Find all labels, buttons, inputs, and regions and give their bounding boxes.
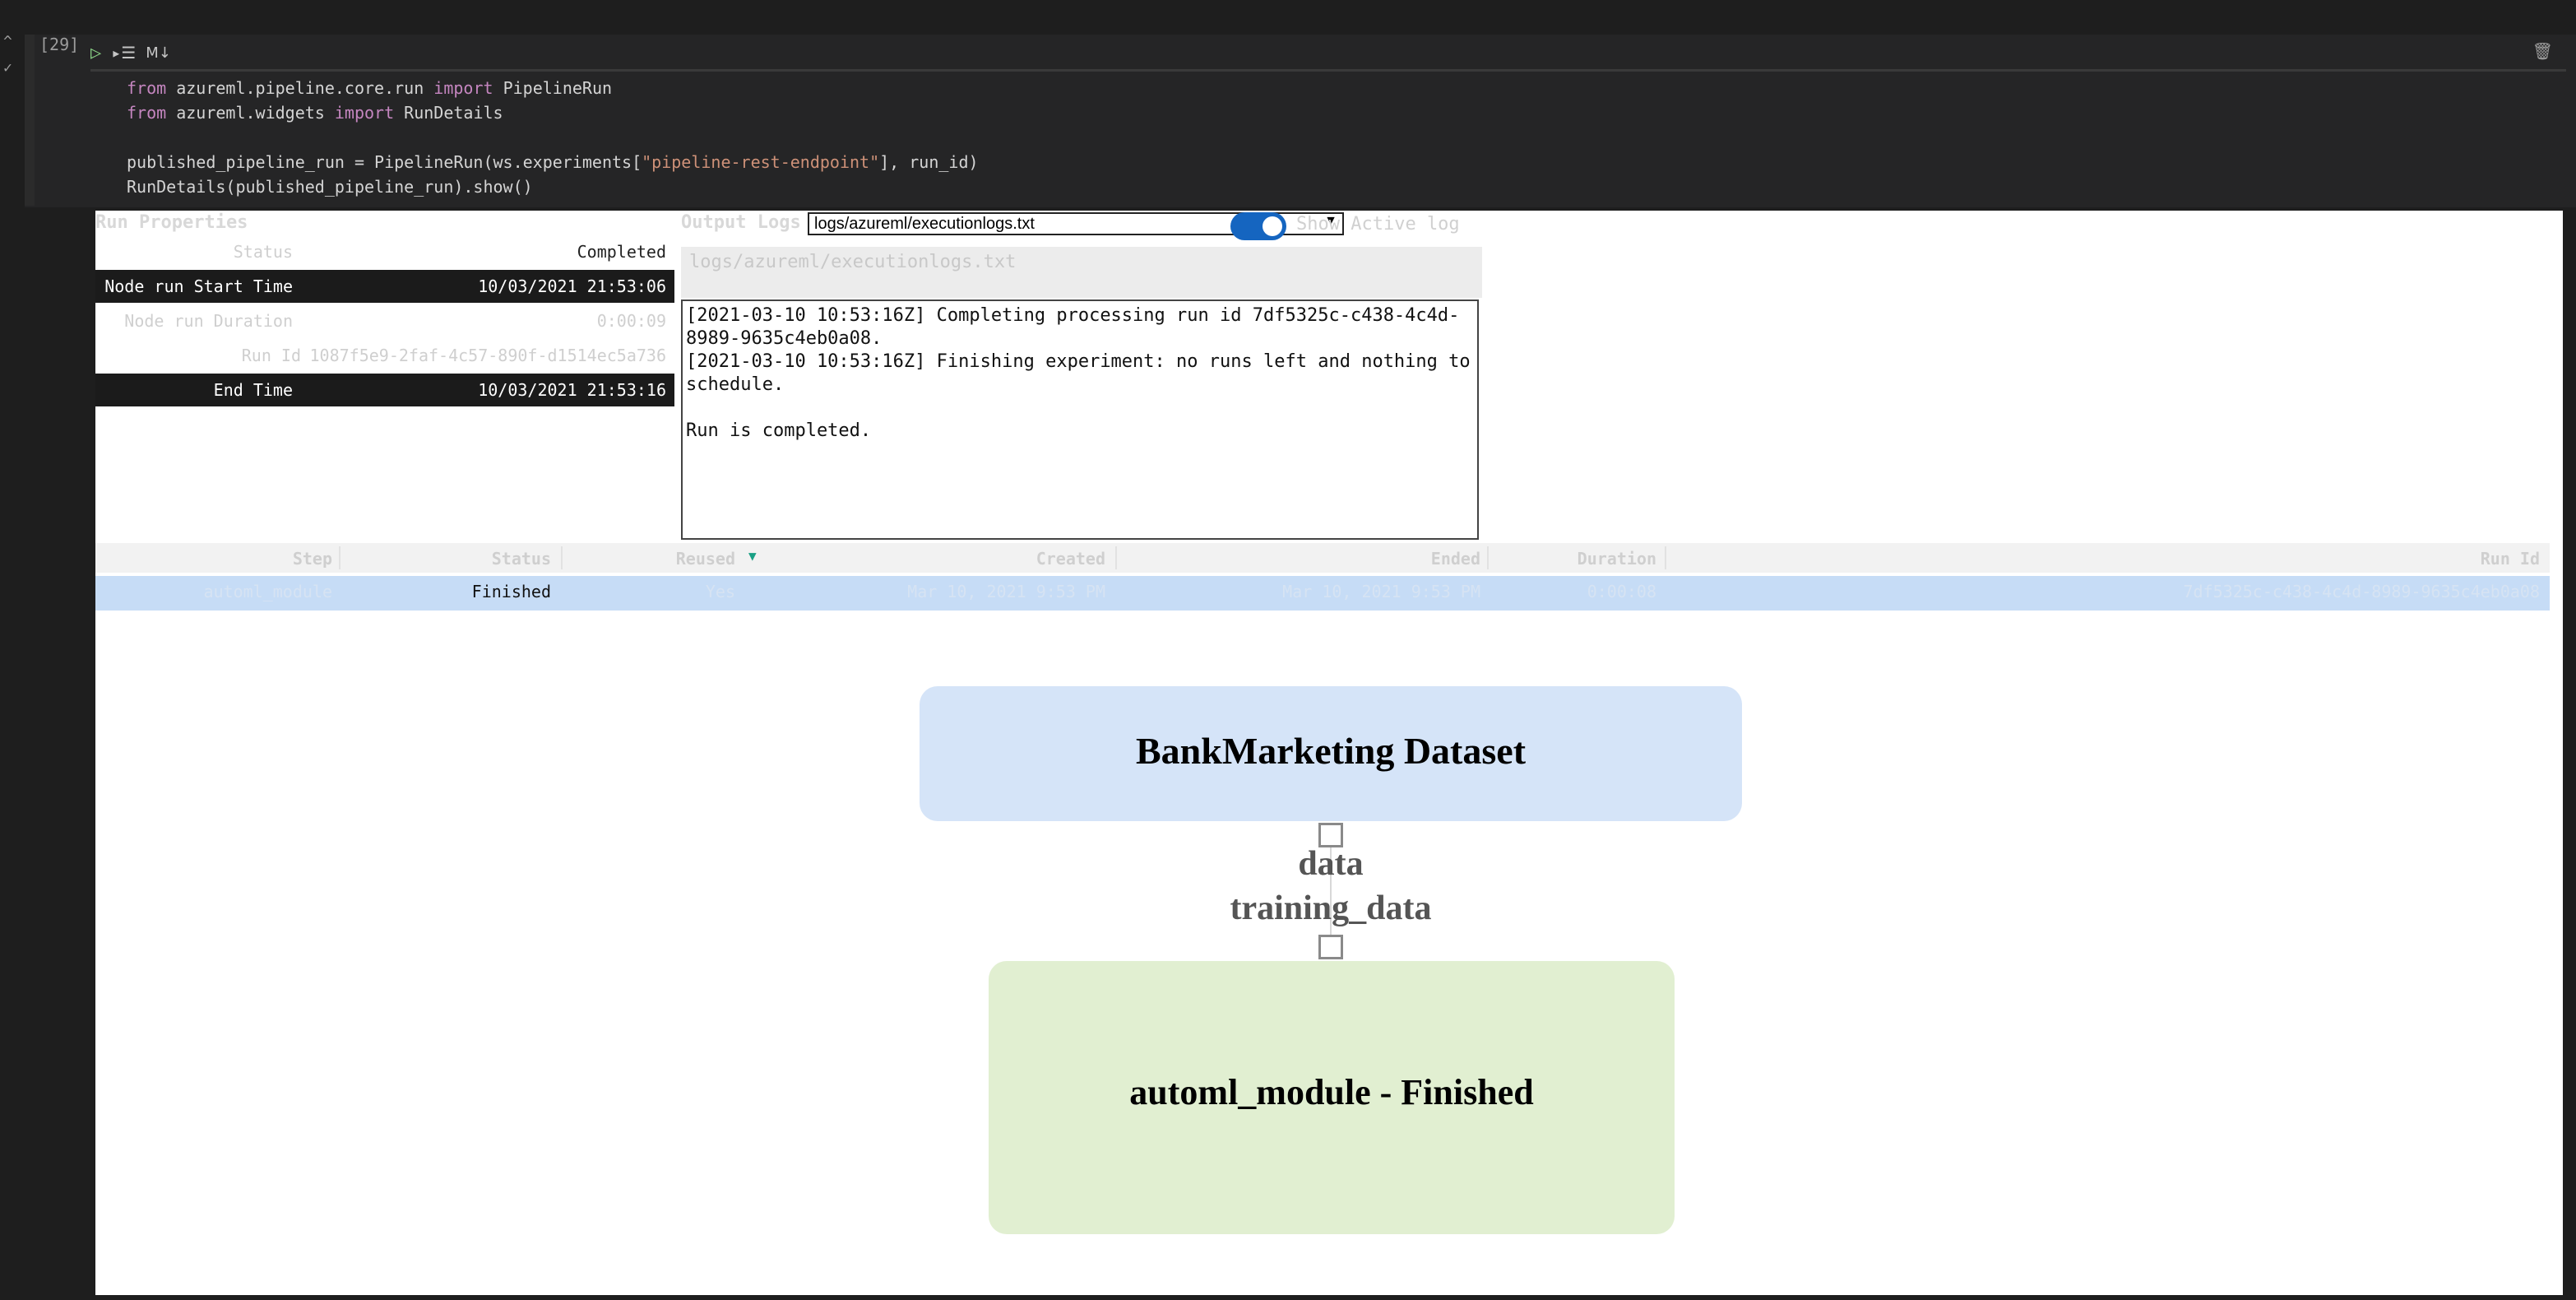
toolbar-divider bbox=[90, 69, 2566, 72]
cell-focus-bar bbox=[25, 35, 35, 206]
code-token: PipelineRun bbox=[493, 78, 613, 98]
run-prop-status: Status Completed bbox=[95, 235, 674, 268]
run-prop-value: Completed bbox=[577, 242, 666, 262]
column-divider bbox=[1487, 546, 1489, 569]
col-header-ended[interactable]: Ended bbox=[1431, 549, 1480, 569]
run-cell-icon[interactable]: ▷ bbox=[90, 43, 101, 63]
code-token: RunDetails bbox=[394, 103, 503, 123]
code-line: from azureml.pipeline.core.run import Pi… bbox=[127, 76, 979, 100]
run-prop-run-id: Run Id 1087f5e9-2faf-4c57-890f-d1514ec5a… bbox=[95, 339, 674, 372]
editor-top-bar bbox=[0, 0, 2576, 30]
edge-label-input: training_data bbox=[1230, 889, 1432, 927]
run-prop-value: 10/03/2021 21:53:16 bbox=[478, 380, 666, 400]
cell-step: automl_module bbox=[203, 582, 332, 601]
cell-run-id: 7df5325c-c438-4c4d-8989-9635c4eb0a08 bbox=[2183, 582, 2540, 601]
run-prop-key: Run Id bbox=[241, 346, 301, 365]
col-header-duration[interactable]: Duration bbox=[1578, 549, 1656, 569]
run-prop-key: Node run Duration bbox=[124, 311, 293, 331]
run-prop-value: 1087f5e9-2faf-4c57-890f-d1514ec5a736 bbox=[309, 346, 666, 365]
show-active-log-label: Show Active log bbox=[1296, 214, 1460, 234]
run-prop-key: Node run Start Time bbox=[104, 276, 293, 296]
cell-reused: Yes bbox=[705, 582, 735, 601]
run-details-widget: Run Properties Status Completed Node run… bbox=[95, 211, 2563, 1295]
col-header-step[interactable]: Step bbox=[293, 549, 332, 569]
run-prop-key: End Time bbox=[213, 380, 293, 400]
code-editor[interactable]: from azureml.pipeline.core.run import Pi… bbox=[127, 76, 979, 199]
input-port bbox=[1318, 935, 1343, 959]
output-logs-title: Output Logs bbox=[681, 212, 801, 233]
collapse-chevron-icon[interactable]: ^ bbox=[3, 33, 12, 50]
output-gutter bbox=[51, 211, 95, 1295]
code-token: ], run_id) bbox=[879, 152, 979, 172]
col-header-reused[interactable]: Reused bbox=[676, 549, 735, 569]
run-prop-key: Status bbox=[233, 242, 293, 262]
check-icon: ✓ bbox=[3, 59, 12, 77]
toggle-knob bbox=[1263, 216, 1282, 236]
dataset-node-label: BankMarketing Dataset bbox=[1135, 730, 1527, 772]
code-line: published_pipeline_run = PipelineRun(ws.… bbox=[127, 150, 979, 174]
run-prop-end-time: End Time 10/03/2021 21:53:16 bbox=[95, 374, 674, 406]
cell-duration: 0:00:08 bbox=[1587, 582, 1656, 601]
cell-gutter: ^ ✓ bbox=[0, 33, 16, 82]
code-line: RunDetails(published_pipeline_run).show(… bbox=[127, 174, 979, 199]
markdown-toggle-button[interactable]: M↓ bbox=[146, 44, 171, 62]
run-prop-duration: Node run Duration 0:00:09 bbox=[95, 304, 674, 337]
cell-status: Finished bbox=[471, 582, 551, 601]
run-below-icon[interactable]: ▸☰ bbox=[111, 43, 136, 63]
code-keyword: from bbox=[127, 103, 167, 123]
code-string: "pipeline-rest-endpoint" bbox=[642, 152, 880, 172]
code-token: RunDetails(published_pipeline_run).show(… bbox=[127, 177, 533, 197]
code-keyword: import bbox=[334, 103, 395, 123]
cell-created: Mar 10, 2021 9:53 PM bbox=[907, 582, 1105, 601]
column-divider bbox=[561, 546, 563, 569]
run-prop-value: 0:00:09 bbox=[596, 311, 666, 331]
show-active-log-toggle[interactable] bbox=[1230, 212, 1286, 240]
log-textarea[interactable]: [2021-03-10 10:53:16Z] Completing proces… bbox=[681, 299, 1479, 540]
column-divider bbox=[1665, 546, 1666, 569]
run-prop-start-time: Node run Start Time 10/03/2021 21:53:06 bbox=[95, 270, 674, 303]
run-prop-value: 10/03/2021 21:53:06 bbox=[478, 276, 666, 296]
code-keyword: import bbox=[433, 78, 493, 98]
table-row[interactable]: automl_module Finished Yes Mar 10, 2021 … bbox=[95, 576, 2550, 611]
code-keyword: from bbox=[127, 78, 167, 98]
code-token: azureml.widgets bbox=[166, 103, 335, 123]
delete-cell-icon[interactable]: 🗑 bbox=[2532, 41, 2553, 61]
edge-label-output: data bbox=[1298, 845, 1364, 883]
column-divider bbox=[1115, 546, 1117, 569]
column-divider bbox=[339, 546, 341, 569]
code-token: published_pipeline_run = PipelineRun(ws.… bbox=[127, 152, 642, 172]
col-header-created[interactable]: Created bbox=[1036, 549, 1105, 569]
module-node-label: automl_module - Finished bbox=[1129, 1072, 1534, 1112]
steps-table-header: Step Status Reused ▼ Created Ended Durat… bbox=[95, 543, 2550, 573]
code-token: azureml.pipeline.core.run bbox=[166, 78, 434, 98]
log-file-selected: logs/azureml/executionlogs.txt bbox=[814, 215, 1035, 233]
run-properties-title: Run Properties bbox=[95, 212, 248, 233]
col-header-run-id[interactable]: Run Id bbox=[2481, 549, 2540, 569]
log-path-header: logs/azureml/executionlogs.txt bbox=[681, 247, 1482, 298]
col-header-status[interactable]: Status bbox=[492, 549, 551, 569]
cell-toolbar: ▷ ▸☰ M↓ bbox=[90, 36, 171, 69]
cell-ended: Mar 10, 2021 9:53 PM bbox=[1282, 582, 1480, 601]
code-line: from azureml.widgets import RunDetails bbox=[127, 100, 979, 125]
sort-descending-icon[interactable]: ▼ bbox=[748, 548, 757, 564]
execution-count: [29] bbox=[39, 35, 80, 54]
